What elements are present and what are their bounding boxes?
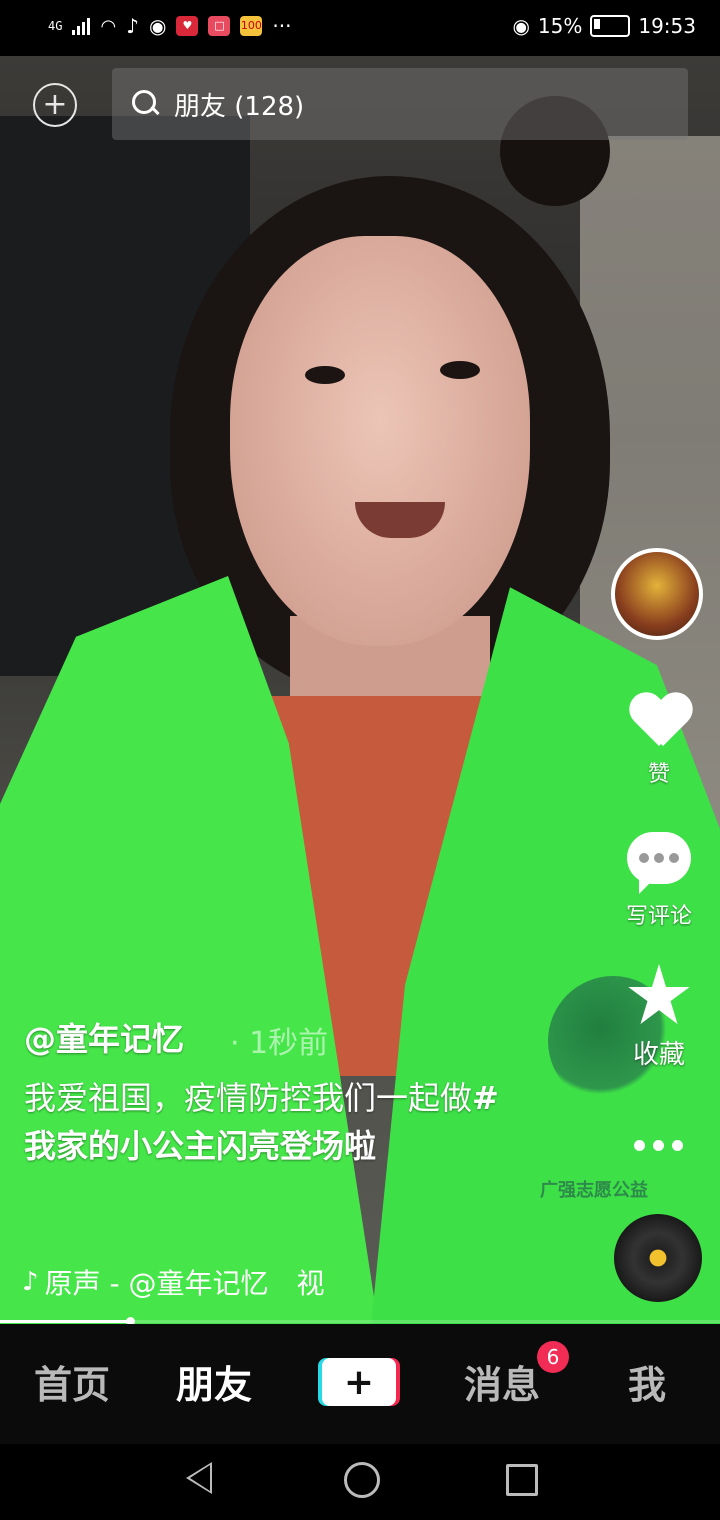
tiktok-icon: ♪ bbox=[126, 14, 139, 38]
recents-icon[interactable] bbox=[506, 1464, 538, 1496]
vest-print-text: 广强志愿公益 bbox=[540, 1180, 648, 1201]
tab-friends[interactable]: 朋友 bbox=[176, 1354, 252, 1409]
comment-icon bbox=[627, 832, 691, 894]
comment-label: 写评论 bbox=[625, 904, 692, 929]
messages-badge: 6 bbox=[537, 1341, 569, 1373]
video-progress[interactable] bbox=[0, 1317, 720, 1326]
favorite-label: 收藏 bbox=[632, 1040, 685, 1070]
author-avatar[interactable] bbox=[611, 548, 703, 640]
heart-icon bbox=[629, 694, 689, 750]
status-right: ◉ 15% 19:53 bbox=[512, 14, 696, 38]
eye-shape bbox=[305, 366, 345, 384]
author-name[interactable]: @童年记忆 bbox=[24, 1014, 184, 1060]
face-shape bbox=[230, 236, 530, 646]
create-button[interactable]: + bbox=[322, 1358, 396, 1406]
home-icon[interactable] bbox=[344, 1462, 380, 1498]
tab-home[interactable]: 首页 bbox=[34, 1354, 110, 1409]
app-icon-100: 100 bbox=[240, 16, 263, 36]
comment-button[interactable]: 写评论 bbox=[609, 832, 709, 930]
music-title: 原声 - @童年记忆 视 bbox=[44, 1267, 325, 1300]
battery-percent: 15% bbox=[537, 14, 583, 38]
app-icon-book: □ bbox=[208, 16, 231, 36]
like-button[interactable]: 赞 bbox=[609, 694, 709, 788]
add-friend-button[interactable]: + bbox=[33, 83, 77, 127]
caption-text: 我爱祖国，疫情防控我们一起做 bbox=[24, 1079, 473, 1117]
progress-fill bbox=[0, 1320, 130, 1323]
battery-icon bbox=[590, 15, 631, 37]
status-bar: 4G ◠ ♪ ◉ ♥ □ 100 ··· ◉ 15% 19:53 bbox=[0, 0, 720, 56]
wechat-icon: ◉ bbox=[148, 14, 167, 38]
star-icon bbox=[628, 964, 690, 1025]
more-notifications: ··· bbox=[272, 14, 292, 38]
back-icon-inner bbox=[190, 1465, 210, 1491]
search-bar[interactable]: 朋友 (128) bbox=[112, 68, 688, 140]
system-nav-bar bbox=[0, 1444, 720, 1520]
search-icon bbox=[132, 90, 160, 118]
status-left: 4G ◠ ♪ ◉ ♥ □ 100 ··· bbox=[48, 14, 291, 38]
post-time: · 1秒前 bbox=[230, 1026, 329, 1061]
tab-messages[interactable]: 消息 bbox=[464, 1354, 540, 1409]
network-type: 4G bbox=[48, 19, 63, 33]
like-label: 赞 bbox=[647, 762, 670, 787]
wifi-icon: ◠ bbox=[100, 15, 117, 37]
eye-shape bbox=[440, 361, 480, 379]
signal-icon bbox=[72, 17, 91, 35]
music-disc-icon[interactable] bbox=[614, 1214, 702, 1302]
music-note-icon: ♪ bbox=[22, 1267, 39, 1297]
bottom-nav: 首页 朋友 + 消息 6 我 bbox=[0, 1324, 720, 1444]
eye-icon: ◉ bbox=[512, 14, 530, 38]
tab-me[interactable]: 我 bbox=[628, 1354, 666, 1409]
music-info[interactable]: ♪ 原声 - @童年记忆 视 bbox=[22, 1262, 325, 1302]
app-icon-red: ♥ bbox=[176, 16, 199, 36]
favorite-button[interactable]: 收藏 bbox=[609, 964, 709, 1071]
more-options-icon[interactable] bbox=[634, 1140, 683, 1151]
clock: 19:53 bbox=[638, 14, 696, 38]
post-caption: 我爱祖国，疫情防控我们一起做#我家的小公主闪亮登场啦 bbox=[24, 1074, 504, 1170]
search-text: 朋友 (128) bbox=[174, 91, 305, 122]
